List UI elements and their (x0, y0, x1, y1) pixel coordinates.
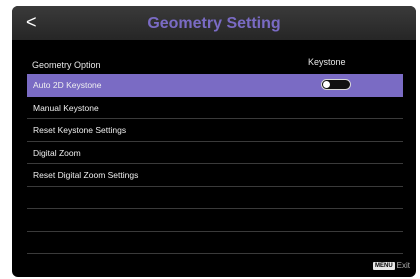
menu-item-empty (27, 209, 403, 232)
menu-list: Auto 2D Keystone Manual Keystone Reset K… (27, 74, 403, 254)
menu-item-label: Manual Keystone (33, 102, 99, 113)
menu-item-manual-keystone[interactable]: Manual Keystone (27, 97, 403, 119)
menu-item-empty (27, 187, 403, 209)
osd-header: < Geometry Setting (12, 6, 416, 40)
toggle-knob (323, 81, 330, 88)
exit-label: Exit (396, 261, 410, 270)
column-header-keystone: Keystone (308, 57, 346, 67)
menu-item-label: Reset Keystone Settings (33, 125, 127, 135)
osd-window: < Geometry Setting Geometry Option Keyst… (12, 6, 416, 277)
menu-item-label: Auto 2D Keystone (33, 80, 102, 90)
column-header-option: Geometry Option (32, 60, 101, 70)
menu-item-auto-2d-keystone[interactable]: Auto 2D Keystone (27, 74, 403, 97)
menu-item-reset-digital-zoom-settings[interactable]: Reset Digital Zoom Settings (27, 164, 403, 187)
menu-item-digital-zoom[interactable]: Digital Zoom (27, 142, 403, 164)
toggle-switch-icon[interactable] (321, 79, 351, 90)
menu-key-icon: MENU (372, 261, 395, 270)
menu-item-label: Digital Zoom (33, 147, 81, 158)
footer-hint: MENU Exit (372, 261, 410, 270)
menu-item-empty (27, 232, 403, 254)
menu-item-reset-keystone-settings[interactable]: Reset Keystone Settings (27, 119, 403, 142)
menu-item-label: Reset Digital Zoom Settings (33, 170, 139, 180)
page-title: Geometry Setting (147, 15, 281, 32)
